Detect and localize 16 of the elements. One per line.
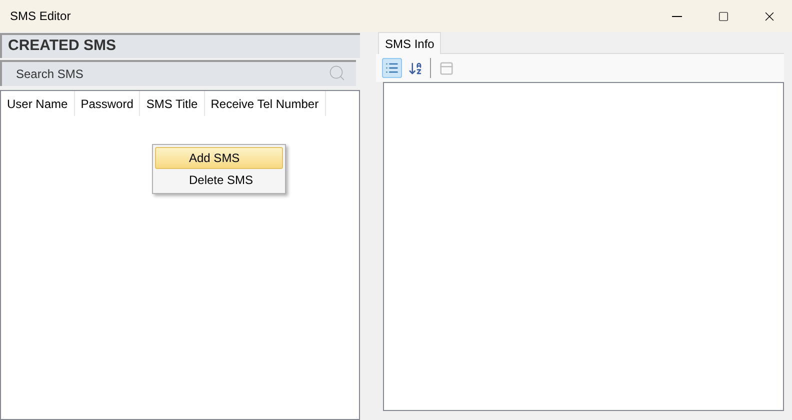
panel-header: CREATED SMS — [0, 33, 360, 58]
column-header[interactable]: Password — [74, 91, 140, 116]
tab[interactable]: SMS Info — [378, 32, 442, 54]
search-field[interactable]: Search SMS — [0, 60, 356, 86]
column-header[interactable]: SMS Title — [140, 91, 205, 116]
pages-icon — [438, 60, 454, 76]
search-icon — [328, 64, 346, 82]
sort-icon — [408, 60, 422, 76]
categorized-list-icon — [385, 61, 399, 75]
window-title: SMS Editor — [9, 8, 72, 25]
maximize-icon — [718, 10, 728, 22]
menu-item[interactable]: Delete SMS — [155, 169, 283, 191]
column-header[interactable]: Receive Tel Number — [204, 91, 326, 116]
menu-item[interactable]: Add SMS — [155, 147, 283, 169]
toolbar-button[interactable] — [382, 58, 402, 78]
column-header[interactable]: User Name — [1, 91, 75, 116]
